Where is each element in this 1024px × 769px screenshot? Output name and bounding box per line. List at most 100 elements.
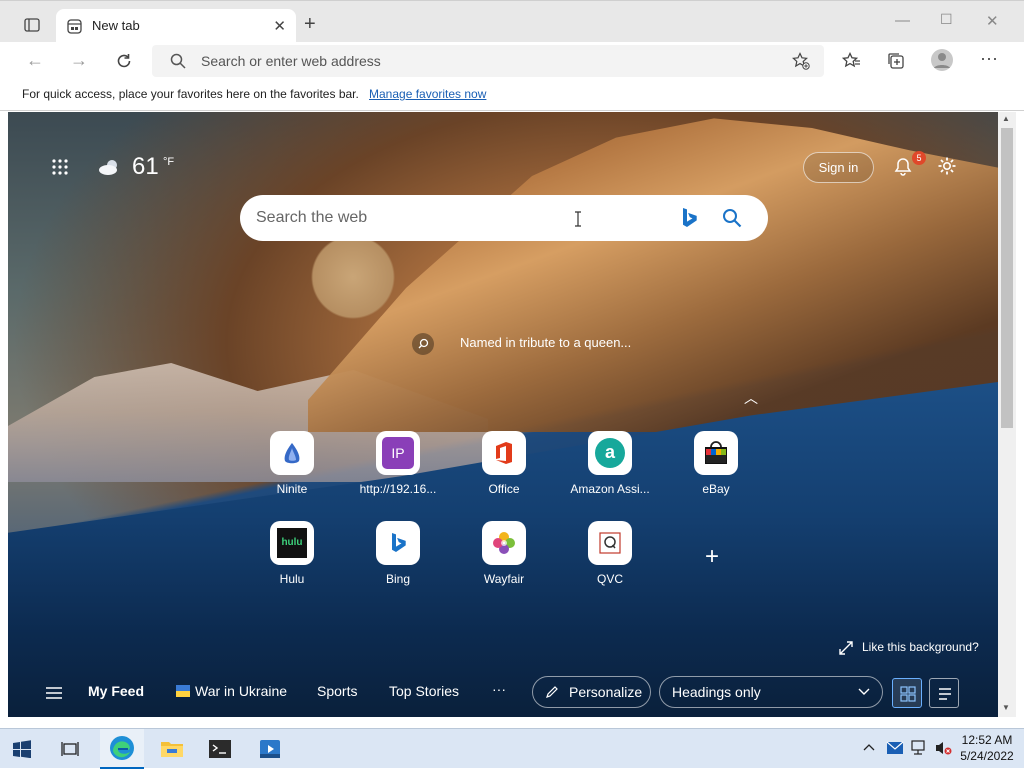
add-quick-link-plus-icon[interactable]: + xyxy=(705,543,719,571)
collapse-chevron-icon[interactable]: ︿ xyxy=(744,388,758,408)
quick-link-label: Office xyxy=(488,482,520,496)
feed-tab-war-in-ukraine[interactable]: War in Ukraine xyxy=(195,683,287,699)
temperature-value[interactable]: 61 xyxy=(132,153,159,181)
new-tab-page: 61 °F Sign in 5 Search the web Named in … xyxy=(8,112,998,717)
tab-new-tab[interactable]: New tab ✕ xyxy=(56,9,296,43)
profile-avatar-icon[interactable] xyxy=(930,48,954,72)
refresh-icon[interactable] xyxy=(115,52,133,70)
hulu-logo-icon: hulu xyxy=(270,521,314,565)
maximize-button[interactable]: ☐ xyxy=(940,11,953,28)
scrollbar-thumb[interactable] xyxy=(1001,128,1013,428)
background-caption[interactable]: Named in tribute to a queen... xyxy=(460,335,631,350)
favorites-bar: For quick access, place your favorites h… xyxy=(0,80,1024,111)
start-button[interactable] xyxy=(0,729,44,769)
feed-tab-sports[interactable]: Sports xyxy=(317,683,357,699)
quick-link-label: QVC xyxy=(596,572,623,586)
quick-link-ebay[interactable]: eBay xyxy=(666,431,766,503)
page-settings-gear-icon[interactable] xyxy=(937,156,957,176)
close-tab-icon[interactable]: ✕ xyxy=(273,17,286,35)
temperature-unit: °F xyxy=(163,156,175,168)
app-launcher-icon[interactable] xyxy=(51,158,69,176)
collections-icon[interactable] xyxy=(887,52,905,70)
ip-letter-icon: IP xyxy=(376,431,420,475)
quick-link-label: Ninite xyxy=(276,482,308,496)
new-tab-plus-icon[interactable]: + xyxy=(304,13,316,36)
list-view-icon xyxy=(939,688,951,700)
taskbar-file-explorer[interactable] xyxy=(150,729,194,769)
layout-dropdown[interactable]: Headings only xyxy=(659,676,883,708)
taskbar-edge[interactable] xyxy=(100,729,144,769)
office-logo-icon xyxy=(482,431,526,475)
quick-link-qvc[interactable]: QVC xyxy=(560,521,660,593)
system-clock[interactable]: 12:52 AM 5/24/2022 xyxy=(952,732,1022,764)
address-bar[interactable]: Search or enter web address xyxy=(152,45,824,77)
qvc-logo-icon xyxy=(588,521,632,565)
scroll-down-arrow-icon[interactable]: ▼ xyxy=(1002,703,1010,712)
toolbar: ← → Search or enter web address ··· xyxy=(0,42,1024,80)
tab-bar: New tab ✕ + — ☐ ✕ xyxy=(0,0,1024,43)
task-view-button[interactable] xyxy=(48,729,92,769)
ebay-bag-icon xyxy=(694,431,738,475)
quick-link-label: Wayfair xyxy=(483,572,525,586)
favorites-icon[interactable] xyxy=(842,52,861,70)
quick-link-wayfair[interactable]: Wayfair xyxy=(454,521,554,593)
quick-link-bing[interactable]: Bing xyxy=(348,521,448,593)
hamburger-menu-icon[interactable] xyxy=(45,686,63,700)
feed-tab-top-stories[interactable]: Top Stories xyxy=(389,683,459,699)
minimize-button[interactable]: — xyxy=(895,12,910,29)
quick-link-label: http://192.16... xyxy=(359,482,437,496)
feed-tab-my-feed[interactable]: My Feed xyxy=(88,683,144,699)
taskbar-media-player[interactable] xyxy=(248,729,292,769)
bing-logo-icon[interactable] xyxy=(681,207,697,229)
folder-icon xyxy=(161,742,183,757)
quick-link-office[interactable]: Office xyxy=(454,431,554,503)
quick-link-ninite[interactable]: Ninite xyxy=(242,431,342,503)
visual-search-icon[interactable] xyxy=(408,333,438,355)
add-favorite-icon[interactable] xyxy=(792,52,810,70)
volume-muted-tray-icon[interactable] xyxy=(934,740,952,756)
show-hidden-icons-chevron[interactable] xyxy=(863,743,875,751)
tab-actions-icon[interactable] xyxy=(24,17,40,33)
favorites-message: For quick access, place your favorites h… xyxy=(22,87,359,101)
notifications-bell-icon[interactable] xyxy=(894,157,912,176)
pencil-icon xyxy=(546,686,558,698)
back-arrow-icon[interactable]: ← xyxy=(26,50,44,71)
media-player-icon xyxy=(260,740,280,758)
scroll-up-arrow-icon[interactable]: ▲ xyxy=(1002,114,1010,123)
grid-view-button[interactable] xyxy=(892,678,922,708)
amazon-assistant-icon: a xyxy=(588,431,632,475)
vertical-scrollbar[interactable]: ▲ ▼ xyxy=(998,112,1016,717)
sign-in-button[interactable]: Sign in xyxy=(803,152,874,183)
close-window-button[interactable]: ✕ xyxy=(986,12,999,30)
mail-tray-icon[interactable] xyxy=(886,740,904,756)
feed-bar: My Feed War in Ukraine Sports Top Storie… xyxy=(8,672,998,717)
wayfair-logo-icon xyxy=(482,521,526,565)
clock-time: 12:52 AM xyxy=(961,733,1013,747)
web-search-box[interactable]: Search the web xyxy=(240,195,768,241)
quick-link-amazon-assistant[interactable]: a Amazon Assi... xyxy=(560,431,660,503)
search-icon xyxy=(170,53,186,69)
task-view-icon xyxy=(61,742,79,756)
search-submit-icon[interactable] xyxy=(722,208,742,228)
forward-arrow-icon[interactable]: → xyxy=(70,50,88,71)
grid-view-icon xyxy=(900,686,916,702)
taskbar-terminal[interactable] xyxy=(198,729,242,769)
quick-link-ip[interactable]: IP http://192.16... xyxy=(348,431,448,503)
manage-favorites-link[interactable]: Manage favorites now xyxy=(369,87,486,101)
notification-count-badge: 5 xyxy=(912,151,926,165)
quick-link-hulu[interactable]: hulu Hulu xyxy=(242,521,342,593)
network-tray-icon[interactable] xyxy=(910,740,928,756)
address-placeholder: Search or enter web address xyxy=(201,53,381,69)
feed-more-icon[interactable]: ··· xyxy=(492,681,506,697)
text-cursor-icon xyxy=(575,211,581,227)
new-tab-page-icon xyxy=(67,19,82,34)
like-background-link[interactable]: Like this background? xyxy=(838,640,979,654)
settings-more-icon[interactable]: ··· xyxy=(980,48,998,69)
bing-logo-icon xyxy=(376,521,420,565)
layout-dropdown-value: Headings only xyxy=(672,684,761,700)
cloudy-weather-icon xyxy=(99,160,117,175)
list-view-button[interactable] xyxy=(929,678,959,708)
personalize-button[interactable]: Personalize xyxy=(532,676,651,708)
quick-link-label: Amazon Assi... xyxy=(570,482,650,496)
personalize-label: Personalize xyxy=(569,684,643,700)
